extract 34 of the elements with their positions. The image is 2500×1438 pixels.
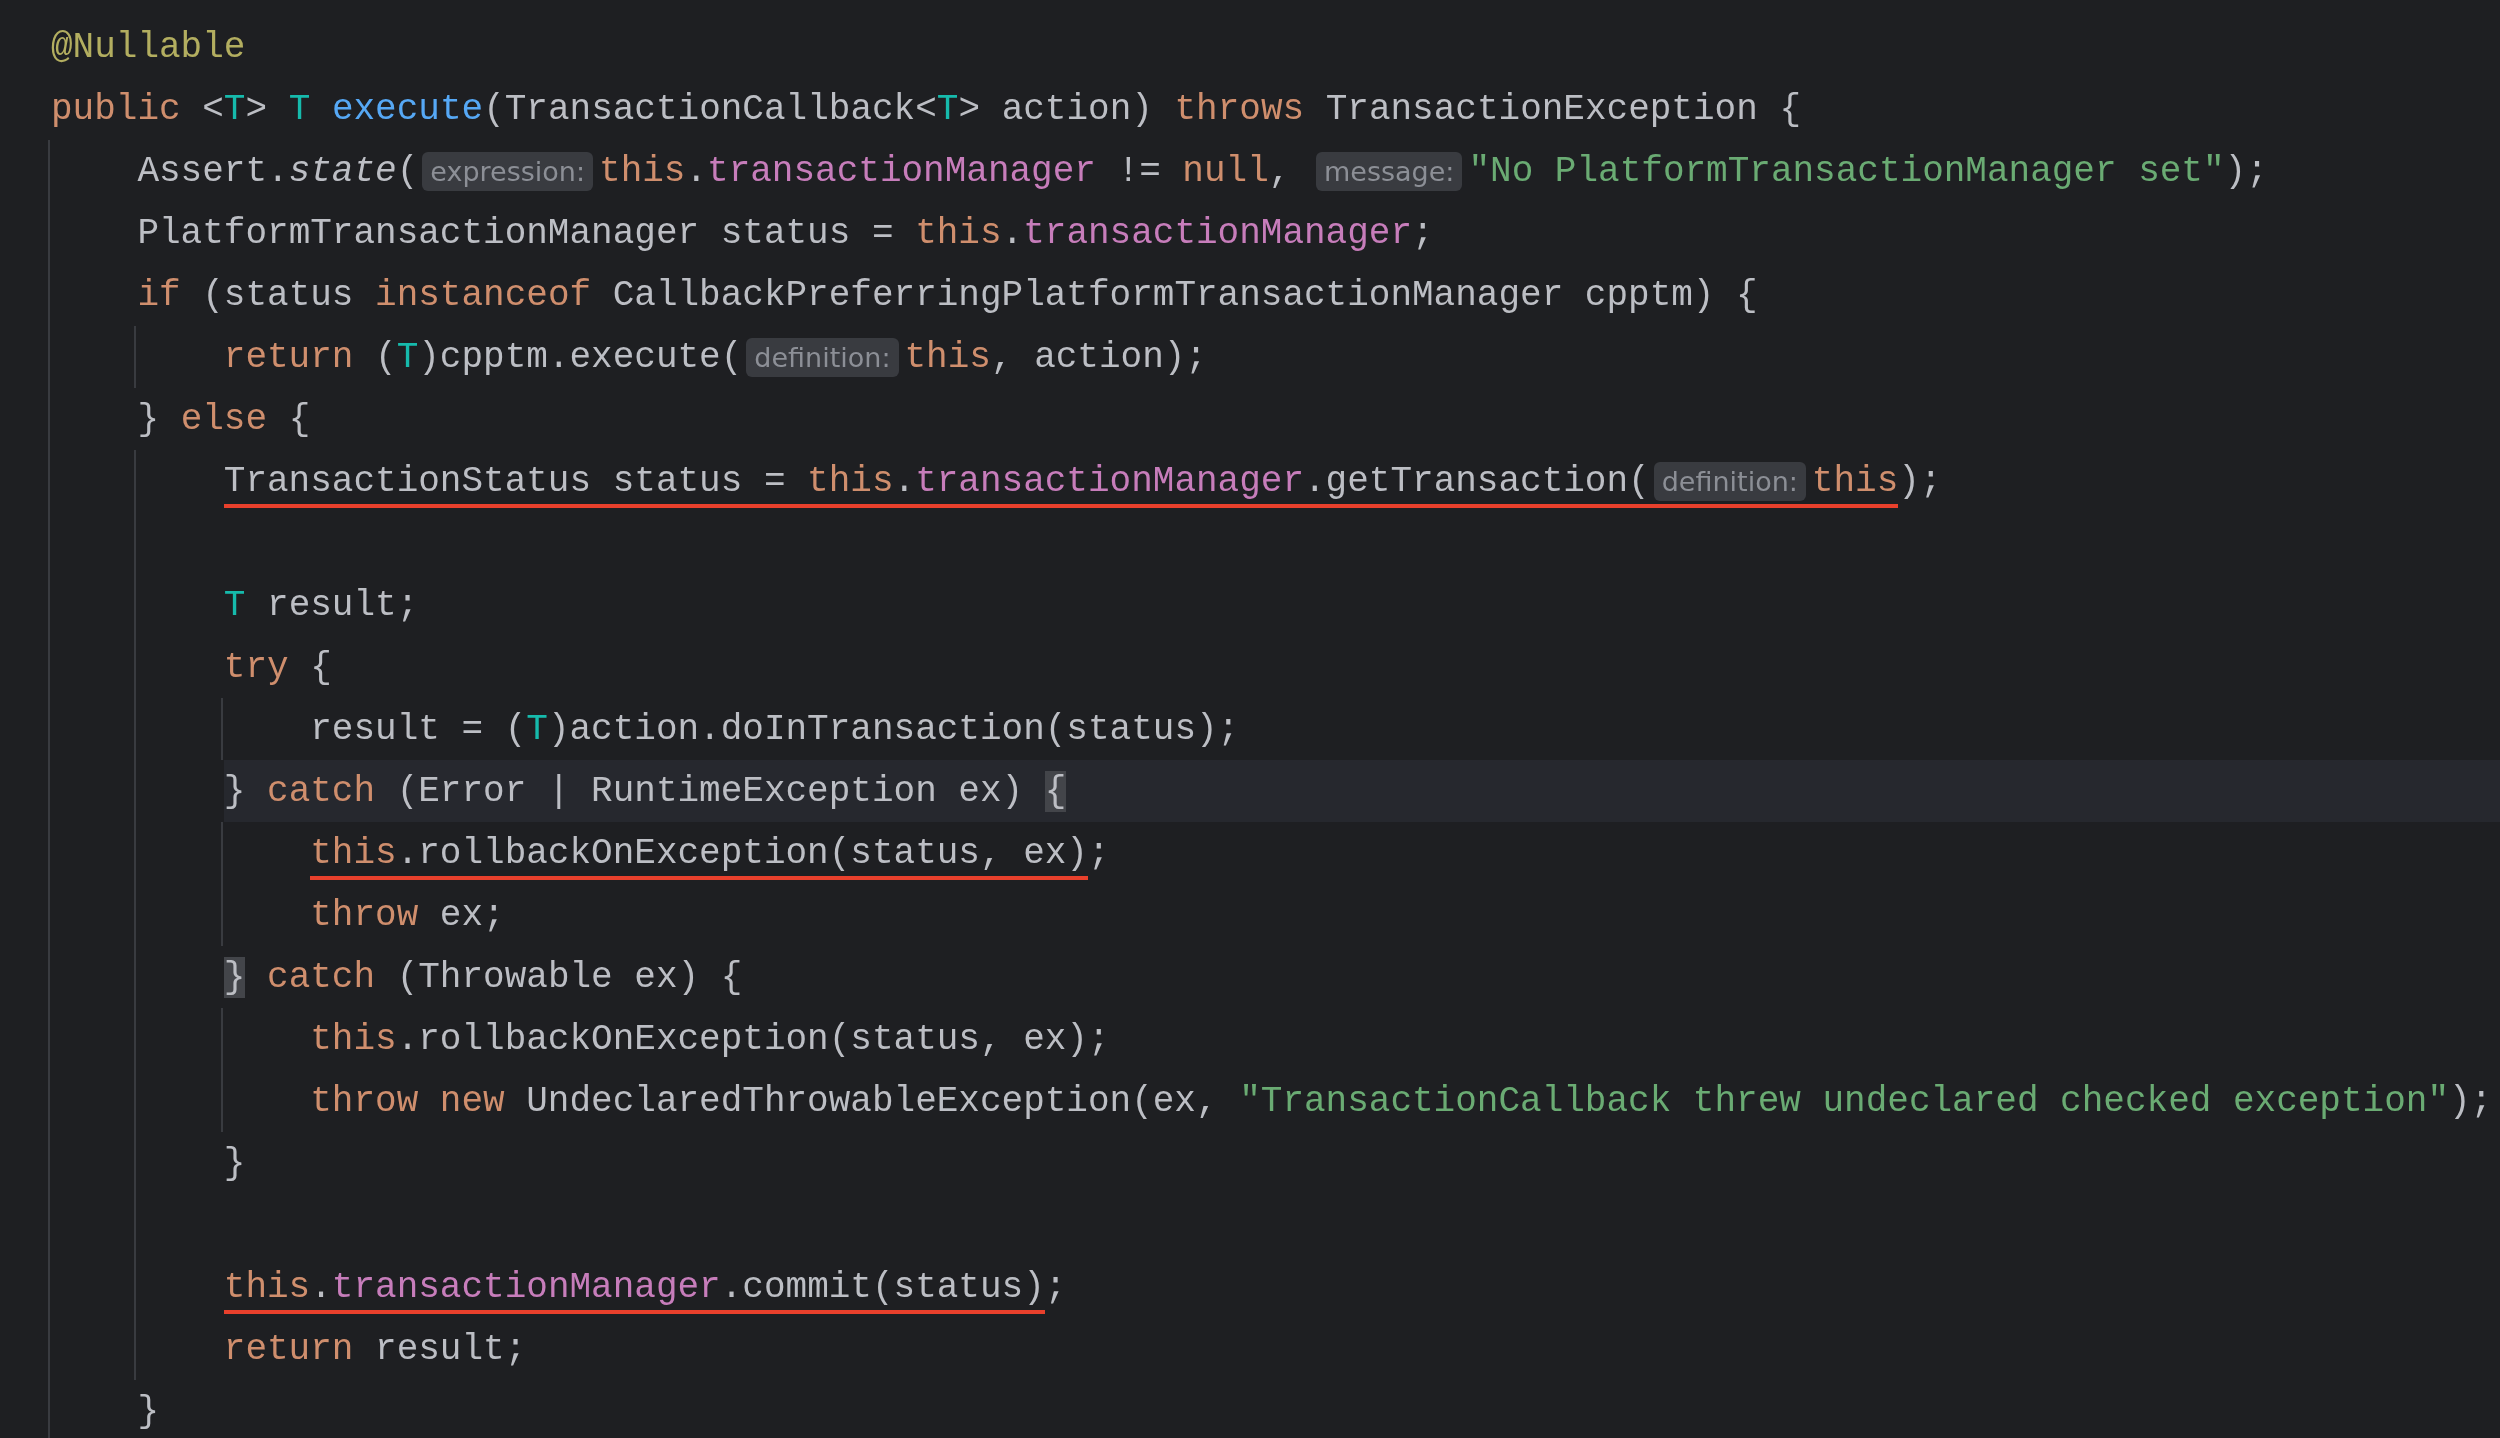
code-text: T result; bbox=[223, 584, 419, 626]
code-text: } bbox=[223, 1142, 246, 1184]
matched-brace: { bbox=[1044, 770, 1067, 812]
inlay-hint: message: bbox=[1316, 151, 1463, 191]
code-text: } catch (Error | RuntimeException ex) bbox=[223, 770, 1025, 812]
matched-brace: } bbox=[223, 956, 246, 998]
code-text: ; bbox=[1087, 832, 1110, 874]
code-text: PlatformTransactionManager status = this.transactionManager; bbox=[137, 212, 1434, 254]
code-text: if (status instanceof CallbackPreferringPlatformTransactionManager cpptm) { bbox=[137, 274, 1758, 316]
code-text: @Nullable bbox=[51, 26, 246, 68]
inlay-hint: expression: bbox=[422, 151, 594, 191]
code-text: this, action); bbox=[904, 336, 1207, 378]
code-text: throw new UndeclaredThrowableException(ex, "TransactionCallback threw undeclared checked exception"); bbox=[310, 1080, 2493, 1122]
code-text: TransactionStatus status = this.transactionManager.getTransaction( bbox=[223, 460, 1650, 502]
code-text: this bbox=[1811, 460, 1899, 502]
code-text: } else { bbox=[137, 398, 311, 440]
code-text: return (T)cpptm.execute( bbox=[223, 336, 743, 378]
code-text: try { bbox=[223, 646, 332, 688]
code-text: this.rollbackOnException(status, ex) bbox=[310, 832, 1088, 874]
code-text: this.transactionManager.commit(status) bbox=[223, 1266, 1045, 1308]
code-text: public <T> T execute(TransactionCallback<T> action) throws TransactionException { bbox=[51, 88, 1801, 130]
inlay-hint: definition: bbox=[746, 337, 899, 377]
code-text: this.transactionManager != null, bbox=[599, 150, 1292, 192]
code-text: Assert.state( bbox=[137, 150, 419, 192]
inlay-hint: definition: bbox=[1653, 461, 1806, 501]
code-text: ); bbox=[1898, 460, 1942, 502]
code-text: catch (Throwable ex) { bbox=[266, 956, 743, 998]
code-text: "No PlatformTransactionManager set"); bbox=[1468, 150, 2268, 192]
code-text: result = (T)action.doInTransaction(status); bbox=[310, 708, 1240, 750]
code-text: this.rollbackOnException(status, ex); bbox=[310, 1018, 1110, 1060]
code-text: } bbox=[137, 1390, 159, 1432]
code-text: ; bbox=[1044, 1266, 1067, 1308]
code-text: throw ex; bbox=[310, 894, 505, 936]
code-text: return result; bbox=[223, 1328, 527, 1370]
